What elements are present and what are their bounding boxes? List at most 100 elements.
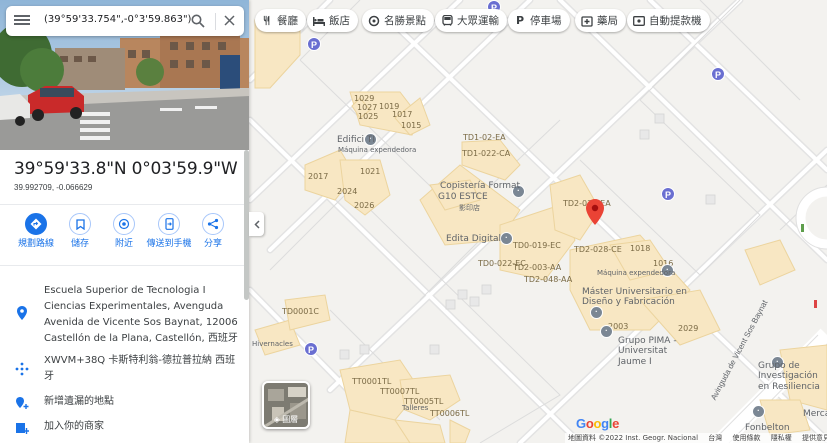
collapse-panel-button[interactable] [249,212,264,236]
school-icon[interactable]: · [600,325,613,338]
poi-edita-digital[interactable]: Edita Digital [446,234,501,244]
chip-label: 自動提款機 [649,15,702,27]
parking-icon[interactable]: P [307,37,321,51]
poi-master[interactable]: Máster Universitario en Diseño y Fabrica… [582,287,702,308]
chip-transit[interactable]: 大眾運輸 [435,9,507,32]
print-shop-icon[interactable]: · [500,232,513,245]
add-business-row[interactable]: 加入你的商家 [0,419,249,437]
hotel-icon [313,15,325,27]
chip-label: 大眾運輸 [457,15,499,27]
search-box[interactable]: (39°59'33.754",-0°3'59.863") [6,6,244,36]
directions-icon [25,213,47,235]
share-label: 分享 [203,239,222,249]
search-input[interactable]: (39°59'33.754",-0°3'59.863") [44,14,191,25]
bookmark-icon [69,213,91,235]
attractions-icon [368,15,380,27]
building-label: TD0001C [282,307,319,316]
address-text: Escuela Superior de Tecnologia I Ciencia… [44,285,238,344]
location-pin-icon[interactable] [586,199,604,225]
search-icon[interactable] [191,14,205,28]
privacy-link[interactable]: 隱私權 [771,434,792,442]
building-label: 1027 [357,103,378,112]
attribution-data: 地圖資料 ©2022 Inst. Geogr. Nacional [568,434,699,442]
building-label: 2026 [354,201,375,210]
pharmacy-icon [581,15,593,27]
chip-restaurant[interactable]: 餐廳 [255,9,306,32]
restaurant-icon [261,15,273,27]
location-pin-icon [14,305,30,321]
search-divider [215,13,216,30]
room-label: TD2-003-AA [513,263,562,272]
add-business-icon [14,420,30,436]
poi-merca[interactable]: Merca [803,409,827,419]
parking-icon[interactable]: P [304,342,318,356]
save-button[interactable]: 儲存 [57,213,103,250]
google-logo: Google [576,416,620,431]
chip-label: 名勝景點 [384,15,426,27]
feedback-link[interactable]: 提供意見 [802,434,827,442]
atm-icon [633,15,645,27]
poi-grupo-resiliencia[interactable]: Grupo de Investigación en Resiliencia [758,361,827,392]
room-label: TD1-02-EA [463,133,506,142]
parking-icon: P [515,14,525,27]
room-label: TD0-019-EC [513,241,561,250]
building-label: TT0006TL [430,409,470,418]
poi-edifici-ti[interactable]: Edifici TI [337,135,375,145]
building-label: 1015 [401,121,422,130]
layers-text: 圖層 [282,415,299,424]
add-business-text: 加入你的商家 [44,421,104,432]
poi-g10-sub: 影印店 [459,204,480,212]
poi-vending-machine-2[interactable]: Máquina expendedora [597,269,675,277]
share-icon [202,213,224,235]
layers-toggle[interactable]: ◈ 圖層 [262,381,310,429]
add-missing-place-row[interactable]: 新增遺漏的地點 [0,394,249,412]
action-buttons: 規劃路線 儲存 附近 傳送到手機 分享 [0,204,249,266]
place-title: 39°59'33.8"N 0°03'59.9"W [14,159,238,179]
close-icon[interactable] [224,15,235,26]
send-to-phone-label: 傳送到手機 [146,239,192,249]
plus-code-text: XWVM+38Q 卡斯特利翁-德拉普拉納 西班牙 [44,355,236,382]
address-row[interactable]: Escuela Superior de Tecnologia I Ciencia… [0,283,249,347]
poi-grupo-pima[interactable]: Grupo PIMA - Universitat Jaume I [618,336,698,367]
parking-icon[interactable]: P [661,187,675,201]
chip-pharmacy[interactable]: 藥局 [575,9,626,32]
layers-icon: ◈ [273,415,280,424]
transit-icon [441,14,453,27]
menu-icon[interactable] [14,13,30,29]
chip-label: 飯店 [329,15,350,27]
building-label: 1029 [354,94,375,103]
send-to-phone-button[interactable]: 傳送到手機 [146,213,192,250]
building-label: 1018 [630,244,651,253]
parking-icon[interactable]: P [711,67,725,81]
nearby-button[interactable]: 附近 [101,213,147,250]
chevron-left-icon [253,219,260,229]
layers-label: ◈ 圖層 [264,414,308,425]
chip-parking[interactable]: P 停車場 [508,9,570,32]
building-label: 2024 [337,187,358,196]
directions-button[interactable]: 規劃路線 [13,213,59,250]
chip-label: 餐廳 [277,15,298,27]
chip-attractions[interactable]: 名勝景點 [362,9,434,32]
terms-link[interactable]: 使用條款 [733,434,761,442]
poi-vending-machine[interactable]: Máquina expendedora [338,146,416,154]
plus-code-icon [14,361,30,377]
plus-code-row[interactable]: XWVM+38Q 卡斯特利翁-德拉普拉納 西班牙 [0,353,249,385]
shop-icon[interactable]: · [752,405,765,418]
poi-hivernacles: Hivernacles [252,340,293,348]
nearby-icon [113,213,135,235]
side-panel: (39°59'33.754",-0°3'59.863") 39°59'33.8"… [0,0,249,443]
attribution-region[interactable]: 台灣 [708,434,722,442]
send-to-phone-icon [158,213,180,235]
chip-label: 藥局 [597,15,618,27]
room-label: TD1-022-CA [462,149,511,158]
chip-hotel[interactable]: 飯店 [307,9,358,32]
building-label: 1025 [358,112,379,121]
share-button[interactable]: 分享 [190,213,236,250]
building-label: 2029 [678,324,699,333]
chip-atm[interactable]: 自動提款機 [627,9,710,32]
add-missing-place-text: 新增遺漏的地點 [44,396,114,407]
poi-copisteria[interactable]: Copistería Format [440,181,520,191]
school-icon[interactable]: · [590,306,603,319]
poi-g10-estce[interactable]: G10 ESTCE [438,192,488,202]
poi-fonbelton[interactable]: Fonbelton [745,423,790,433]
